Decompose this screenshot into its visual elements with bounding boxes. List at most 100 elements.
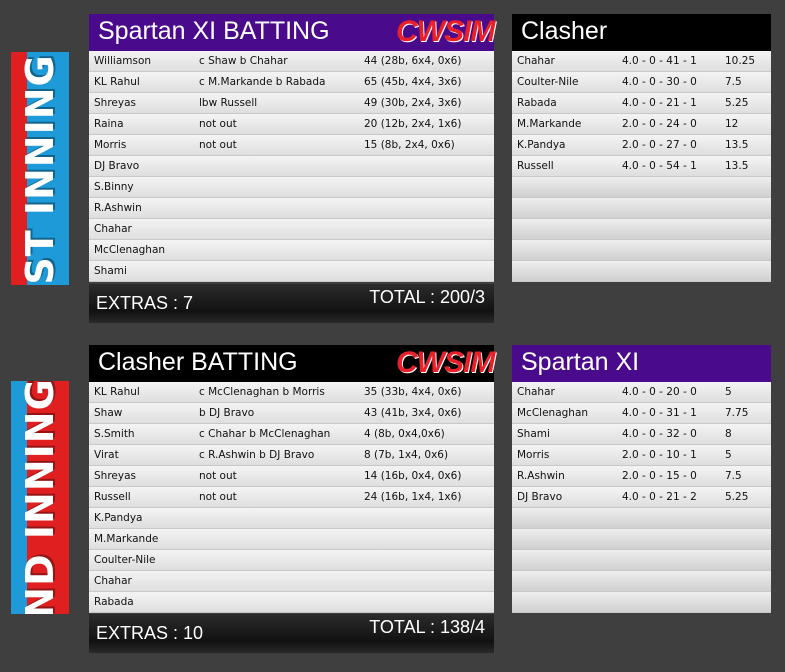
batting-row: Shami	[89, 261, 494, 282]
bowling-row: K.Pandya 2.0 - 0 - 27 - 0 13.5	[512, 135, 771, 156]
economy-rate: 5	[725, 386, 732, 398]
batter-name: Shami	[94, 265, 127, 277]
dismissal: not out	[199, 139, 237, 151]
bowling-row-empty	[512, 592, 771, 613]
extras-label: EXTRAS : 10	[96, 623, 204, 643]
bowler-name: Coulter-Nile	[517, 76, 579, 88]
batting-title: Clasher BATTING	[98, 348, 298, 376]
batting-row: S.Smith c Chahar b McClenaghan 4 (8b, 0x4,…	[89, 424, 494, 445]
batter-score: 8 (7b, 1x4, 0x6)	[364, 449, 449, 461]
batter-name: Rabada	[94, 596, 134, 608]
bowling-row: Morris 2.0 - 0 - 10 - 1 5	[512, 445, 771, 466]
batting-row: Shreyas not out 14 (16b, 0x4, 0x6)	[89, 466, 494, 487]
bowler-name: Shami	[517, 428, 550, 440]
bowling-row: Coulter-Nile 4.0 - 0 - 30 - 0 7.5	[512, 72, 771, 93]
bowling-scorecard-1st: Clasher Chahar 4.0 - 0 - 41 - 1 10.25 Coult…	[512, 14, 771, 284]
batter-score: 49 (30b, 2x4, 3x6)	[364, 97, 462, 109]
batting-header: Spartan XI BATTING CWSIM CWSIM	[89, 14, 496, 51]
batting-row: KL Rahul c M.Markande b Rabada 65 (45b, 4x…	[89, 72, 494, 93]
batting-footer: EXTRAS : 7 TOTAL : 200/3	[89, 284, 494, 323]
bowling-row: Rabada 4.0 - 0 - 21 - 1 5.25	[512, 93, 771, 114]
dismissal: c R.Ashwin b DJ Bravo	[199, 449, 315, 461]
bowling-row-empty	[512, 261, 771, 282]
bowling-row: Shami 4.0 - 0 - 32 - 0 8	[512, 424, 771, 445]
batting-row: M.Markande	[89, 529, 494, 550]
bowling-rows: Chahar 4.0 - 0 - 20 - 0 5 McClenaghan 4.0 - …	[512, 382, 771, 613]
bowling-row: Russell 4.0 - 0 - 54 - 1 13.5	[512, 156, 771, 177]
batter-score: 4 (8b, 0x4,0x6)	[364, 428, 445, 440]
total-label: TOTAL : 200/3	[369, 287, 485, 307]
bowler-name: Morris	[517, 449, 550, 461]
bowling-figures: 4.0 - 0 - 41 - 1	[622, 55, 697, 67]
bowling-row-empty	[512, 550, 771, 571]
cwsim-logo: CWSIM CWSIM	[396, 15, 496, 49]
batting-row: Shreyas lbw Russell 49 (30b, 2x4, 3x6)	[89, 93, 494, 114]
bowling-header: Clasher	[512, 14, 771, 51]
total-label: TOTAL : 138/4	[369, 617, 485, 637]
economy-rate: 7.5	[725, 470, 742, 482]
batting-row: S.Binny	[89, 177, 494, 198]
batting-scorecard-1st: Spartan XI BATTING CWSIM CWSIM Williamso…	[89, 14, 496, 323]
batter-score: 35 (33b, 4x4, 0x6)	[364, 386, 462, 398]
batting-row: Chahar	[89, 219, 494, 240]
bowling-row-empty	[512, 177, 771, 198]
dismissal: c Shaw b Chahar	[199, 55, 288, 67]
batter-score: 44 (28b, 6x4, 0x6)	[364, 55, 462, 67]
batting-row: DJ Bravo	[89, 156, 494, 177]
bowling-figures: 2.0 - 0 - 24 - 0	[622, 118, 697, 130]
economy-rate: 5.25	[725, 491, 749, 503]
bowling-figures: 4.0 - 0 - 31 - 1	[622, 407, 697, 419]
batting-row: Chahar	[89, 571, 494, 592]
bowling-row-empty	[512, 219, 771, 240]
batter-name: KL Rahul	[94, 76, 140, 88]
cwsim-logo: CWSIM CWSIM	[396, 346, 496, 380]
economy-rate: 12	[725, 118, 739, 130]
bowler-name: R.Ashwin	[517, 470, 565, 482]
dismissal: not out	[199, 491, 237, 503]
bowling-figures: 2.0 - 0 - 10 - 1	[622, 449, 697, 461]
bowling-row: M.Markande 2.0 - 0 - 24 - 0 12	[512, 114, 771, 135]
bowling-figures: 4.0 - 0 - 54 - 1	[622, 160, 697, 172]
batter-score: 43 (41b, 3x4, 0x6)	[364, 407, 462, 419]
dismissal: c McClenaghan b Morris	[199, 386, 325, 398]
bowling-row-empty	[512, 198, 771, 219]
innings-banner-label: 2ND INNINGS	[18, 381, 62, 614]
batter-name: Russell	[94, 491, 131, 503]
batter-name: Coulter-Nile	[94, 554, 156, 566]
batter-name: Virat	[94, 449, 119, 461]
bowling-figures: 4.0 - 0 - 21 - 2	[622, 491, 697, 503]
batter-name: K.Pandya	[94, 512, 143, 524]
dismissal: not out	[199, 470, 237, 482]
bowling-row: DJ Bravo 4.0 - 0 - 21 - 2 5.25	[512, 487, 771, 508]
economy-rate: 10.25	[725, 55, 756, 67]
bowling-row-empty	[512, 240, 771, 261]
batting-header: Clasher BATTING CWSIM CWSIM	[89, 345, 496, 382]
batting-row: McClenaghan	[89, 240, 494, 261]
batter-name: Chahar	[94, 223, 132, 235]
bowling-figures: 4.0 - 0 - 20 - 0	[622, 386, 697, 398]
batting-row: Shaw b DJ Bravo 43 (41b, 3x4, 0x6)	[89, 403, 494, 424]
batter-name: KL Rahul	[94, 386, 140, 398]
batting-row: Morris not out 15 (8b, 2x4, 0x6)	[89, 135, 494, 156]
batter-name: Shaw	[94, 407, 123, 419]
batting-row: Raina not out 20 (12b, 2x4, 1x6)	[89, 114, 494, 135]
dismissal: not out	[199, 118, 237, 130]
bowling-header: Spartan XI	[512, 345, 771, 382]
bowling-row: Chahar 4.0 - 0 - 20 - 0 5	[512, 382, 771, 403]
batter-name: Morris	[94, 139, 127, 151]
bowler-name: Russell	[517, 160, 554, 172]
bowling-figures: 2.0 - 0 - 15 - 0	[622, 470, 697, 482]
batting-row: K.Pandya	[89, 508, 494, 529]
economy-rate: 7.5	[725, 76, 742, 88]
economy-rate: 13.5	[725, 160, 749, 172]
bowler-name: McClenaghan	[517, 407, 589, 419]
economy-rate: 5	[725, 449, 732, 461]
batter-name: Chahar	[94, 575, 132, 587]
economy-rate: 5.25	[725, 97, 749, 109]
batter-name: S.Binny	[94, 181, 134, 193]
economy-rate: 8	[725, 428, 732, 440]
bowling-row-empty	[512, 508, 771, 529]
innings-banner-1st: 1ST INNINGS	[11, 52, 69, 285]
dismissal: c Chahar b McClenaghan	[199, 428, 331, 440]
bowling-scorecard-2nd: Spartan XI Chahar 4.0 - 0 - 20 - 0 5 McClen…	[512, 345, 771, 614]
